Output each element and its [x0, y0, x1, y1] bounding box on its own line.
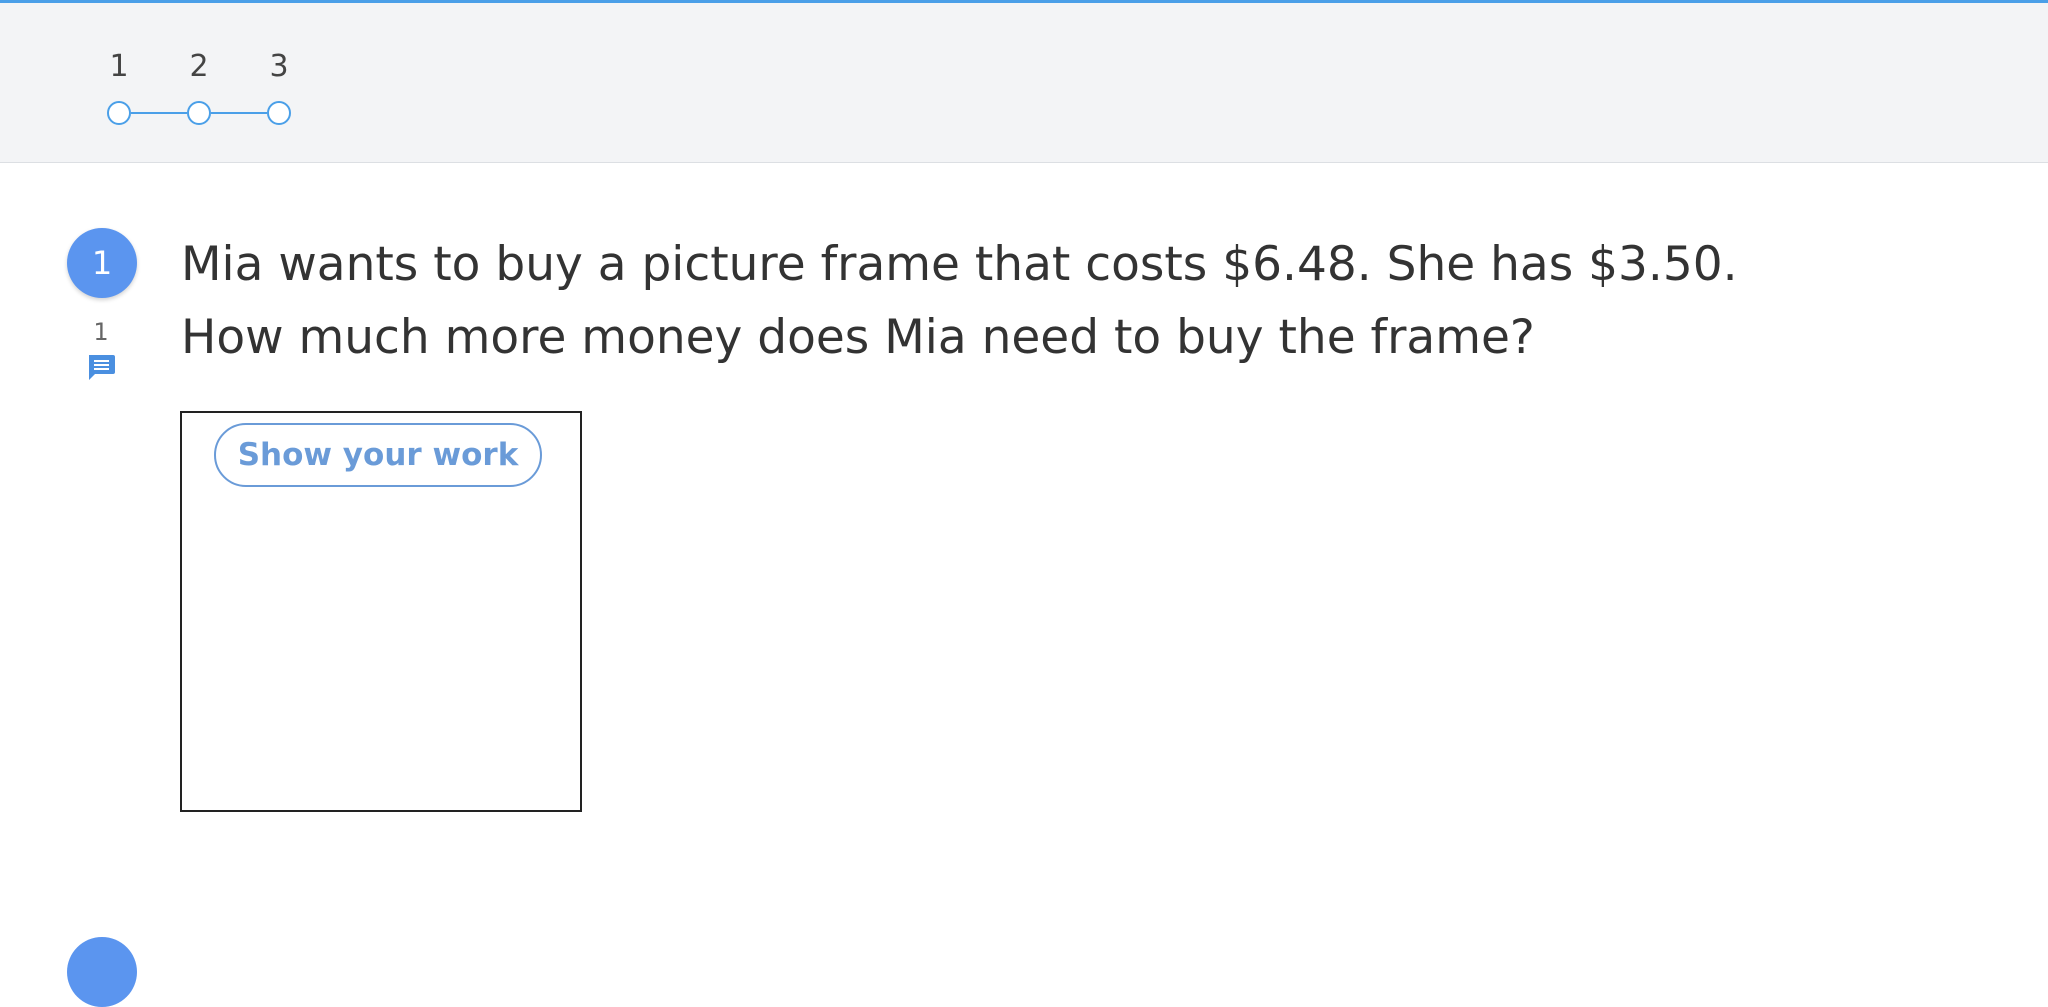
next-question-badge — [67, 937, 137, 1007]
step-1-dot[interactable] — [107, 101, 131, 125]
step-2-label: 2 — [189, 49, 209, 84]
comment-icon[interactable] — [86, 353, 116, 381]
question-prompt: Mia wants to buy a picture frame that co… — [181, 228, 1981, 374]
step-2-dot[interactable] — [187, 101, 211, 125]
step-3-label: 3 — [269, 49, 289, 84]
work-area[interactable]: Show your work — [180, 411, 582, 812]
step-connector — [211, 112, 267, 114]
question-line-2: How much more money does Mia need to buy… — [181, 310, 1535, 365]
question-stepper: 1 2 3 — [0, 3, 2048, 163]
step-1-label: 1 — [109, 49, 129, 84]
question-line-1: Mia wants to buy a picture frame that co… — [181, 237, 1738, 292]
step-3-dot[interactable] — [267, 101, 291, 125]
step-connector — [131, 112, 187, 114]
comment-count: 1 — [93, 318, 109, 346]
question-number-badge: 1 — [67, 228, 137, 298]
show-your-work-button[interactable]: Show your work — [214, 423, 542, 487]
